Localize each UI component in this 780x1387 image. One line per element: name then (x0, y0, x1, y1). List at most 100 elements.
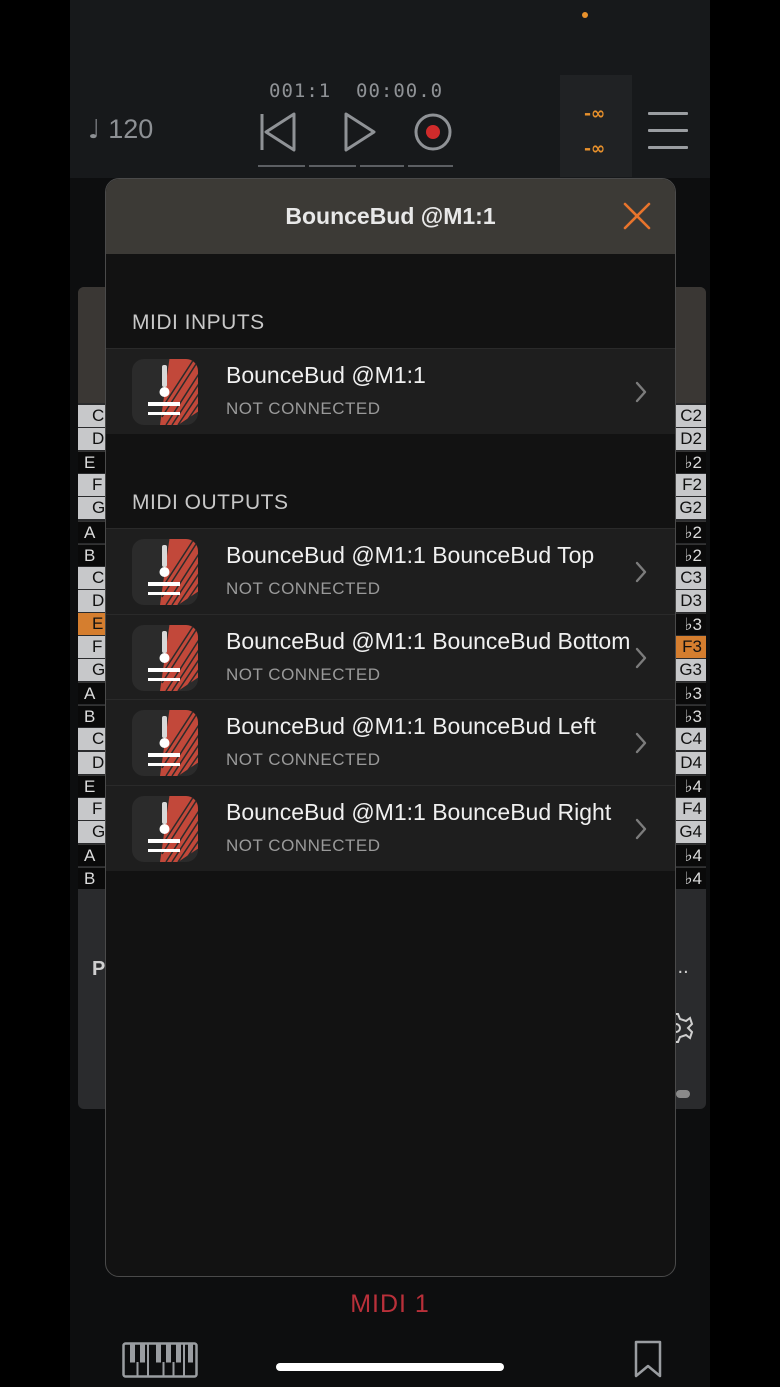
midi-output-port-row[interactable]: BounceBud @M1:1 BounceBud Top NOT CONNECT… (106, 528, 675, 614)
tempo-value: 120 (108, 114, 154, 144)
chevron-right-icon (634, 560, 648, 584)
piano-key-label: E (78, 774, 106, 797)
play-button[interactable] (338, 110, 382, 154)
bouncebud-app-icon (132, 359, 198, 425)
midi-output-port-row[interactable]: BounceBud @M1:1 BounceBud Right NOT CONNE… (106, 784, 675, 871)
piano-key-label: ♭3 (676, 612, 706, 635)
transport-divider (408, 165, 453, 167)
chevron-right-icon (634, 817, 648, 841)
piano-key-label: A (78, 843, 106, 866)
piano-key-label: G3 (676, 659, 706, 682)
piano-key-label: D (78, 428, 106, 451)
skip-back-icon (260, 112, 296, 152)
rewind-button[interactable] (256, 110, 300, 154)
midi-output-port-row[interactable]: BounceBud @M1:1 BounceBud Left NOT CONNEC… (106, 699, 675, 785)
connection-status: NOT CONNECTED (226, 664, 381, 684)
piano-key-label: C (78, 566, 106, 589)
piano-key-label: F (78, 797, 106, 820)
scroll-thumb[interactable] (676, 1090, 690, 1098)
connection-status: NOT CONNECTED (226, 399, 381, 418)
piano-key-label: F (78, 474, 106, 497)
piano-key-label: G (78, 820, 106, 843)
connection-status: NOT CONNECTED (226, 579, 381, 598)
connection-status: NOT CONNECTED (226, 750, 381, 769)
meter-level-top: -∞ (584, 104, 606, 124)
play-icon (344, 112, 376, 152)
bookmark-icon[interactable] (634, 1340, 662, 1378)
piano-key-label: G4 (676, 820, 706, 843)
level-meter (560, 75, 632, 177)
tempo-display[interactable]: ♩ 120 (88, 114, 153, 145)
close-button[interactable] (622, 201, 652, 231)
piano-key-label: D (78, 751, 106, 774)
piano-key-label: ♭3 (676, 705, 706, 728)
piano-key-label: ♭4 (676, 867, 706, 889)
piano-key-label: E (78, 612, 106, 635)
piano-keyboard-icon[interactable] (122, 1342, 198, 1378)
port-name: BounceBud @M1:1 (226, 362, 426, 388)
piano-key-label: G (78, 659, 106, 682)
bouncebud-app-icon (132, 624, 198, 691)
piano-key-label: E (78, 451, 106, 474)
piano-key-label: C2 (676, 405, 706, 427)
piano-key-label: B (78, 867, 106, 889)
midi-input-port-row[interactable]: BounceBud @M1:1 NOT CONNECTED (106, 348, 675, 434)
dialog-header: BounceBud @M1:1 (106, 179, 675, 254)
piano-key-label: C (78, 405, 106, 427)
piano-key-label: D (78, 589, 106, 612)
bouncebud-app-icon (132, 710, 198, 776)
transport-divider (258, 165, 305, 167)
chevron-right-icon (634, 731, 648, 755)
bouncebud-app-icon (132, 539, 198, 605)
bar-position: 001:1 (269, 80, 332, 102)
piano-key-label: G2 (676, 497, 706, 520)
dialog-title: BounceBud @M1:1 (285, 203, 496, 229)
port-name: BounceBud @M1:1 BounceBud Top (226, 542, 595, 568)
port-name: BounceBud @M1:1 BounceBud Right (226, 798, 612, 825)
piano-key-label: ♭3 (676, 682, 706, 705)
piano-key-label: C (78, 728, 106, 751)
port-name: BounceBud @M1:1 BounceBud Left (226, 713, 596, 739)
piano-key-label: ♭2 (676, 520, 706, 543)
midi-inputs-header: MIDI INPUTS (132, 311, 265, 334)
home-indicator[interactable] (276, 1363, 504, 1371)
track-label[interactable]: MIDI 1 (0, 1290, 780, 1319)
record-button[interactable] (411, 110, 455, 154)
bouncebud-app-icon (132, 795, 198, 862)
piano-key-label: F3 (676, 636, 706, 658)
piano-key-label: B (78, 705, 106, 728)
status-dot (582, 12, 588, 18)
menu-icon[interactable] (648, 112, 688, 150)
transport-divider (309, 165, 356, 167)
close-icon (623, 202, 651, 230)
transport-divider (360, 165, 404, 167)
piano-key-label: ♭2 (676, 451, 706, 474)
piano-key-label: D3 (676, 589, 706, 612)
piano-key-label: A (78, 520, 106, 543)
midi-outputs-header: MIDI OUTPUTS (132, 491, 289, 514)
record-icon (414, 113, 452, 151)
piano-key-label: C3 (676, 566, 706, 589)
piano-key-label: A (78, 682, 106, 705)
piano-key-label: F4 (676, 797, 706, 820)
port-name: BounceBud @M1:1 BounceBud Bottom (226, 627, 631, 654)
chevron-right-icon (634, 646, 648, 670)
midi-output-port-row[interactable]: BounceBud @M1:1 BounceBud Bottom NOT CONN… (106, 613, 675, 700)
piano-key-label: C4 (676, 728, 706, 751)
peek-letter: P (92, 958, 106, 980)
piano-key-label: D2 (676, 428, 706, 451)
midi-connections-dialog: BounceBud @M1:1 MIDI INPUTS BounceBud @M… (105, 178, 676, 1277)
piano-key-label: D4 (676, 751, 706, 774)
meter-level-bottom: -∞ (584, 139, 606, 159)
piano-key-label: F2 (676, 474, 706, 497)
chevron-right-icon (634, 380, 648, 404)
piano-key-label: B (78, 543, 106, 566)
piano-key-label: ♭4 (676, 774, 706, 797)
time-position: 00:00.0 (356, 80, 444, 102)
piano-key-label: F (78, 636, 106, 658)
piano-key-label: ♭2 (676, 543, 706, 566)
piano-key-label: G (78, 497, 106, 520)
quarter-note-icon: ♩ (88, 114, 101, 145)
connection-status: NOT CONNECTED (226, 835, 381, 855)
piano-key-label: ♭4 (676, 843, 706, 866)
